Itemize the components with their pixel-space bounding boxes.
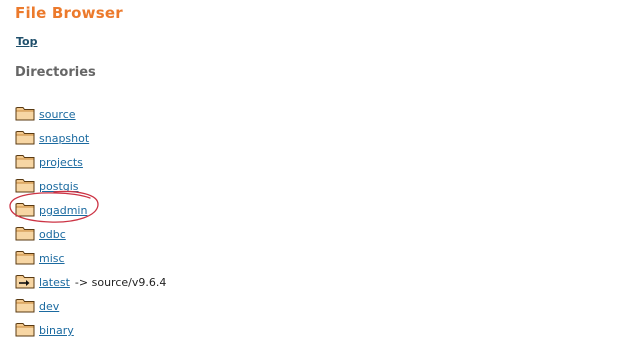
directory-item-dev: dev: [15, 290, 166, 314]
directory-item-binary: binary: [15, 314, 166, 338]
symlink-folder-icon[interactable]: [15, 273, 35, 289]
directory-link-postgis[interactable]: postgis: [39, 180, 79, 193]
folder-icon[interactable]: [15, 153, 35, 169]
folder-icon[interactable]: [15, 297, 35, 313]
page-title: File Browser: [15, 4, 123, 22]
directory-item-latest: latest -> source/v9.6.4: [15, 266, 166, 290]
directory-link-pgadmin[interactable]: pgadmin: [39, 204, 87, 217]
directory-item-projects: projects: [15, 146, 166, 170]
directory-list: source snapshot projects postgis pgadmin…: [15, 98, 166, 338]
directory-link-projects[interactable]: projects: [39, 156, 83, 169]
directory-link-binary[interactable]: binary: [39, 324, 74, 337]
directory-link-source[interactable]: source: [39, 108, 76, 121]
directory-item-snapshot: snapshot: [15, 122, 166, 146]
directories-heading: Directories: [15, 65, 96, 80]
directory-link-latest[interactable]: latest: [39, 276, 70, 289]
directory-item-postgis: postgis: [15, 170, 166, 194]
directory-link-dev[interactable]: dev: [39, 300, 59, 313]
folder-icon[interactable]: [15, 129, 35, 145]
directory-link-snapshot[interactable]: snapshot: [39, 132, 89, 145]
symlink-target: -> source/v9.6.4: [74, 276, 167, 289]
directory-link-odbc[interactable]: odbc: [39, 228, 66, 241]
directory-item-source: source: [15, 98, 166, 122]
directory-item-pgadmin: pgadmin: [15, 194, 166, 218]
file-browser-page: File Browser Top Directories source snap…: [0, 0, 627, 343]
folder-icon[interactable]: [15, 105, 35, 121]
folder-icon[interactable]: [15, 225, 35, 241]
folder-icon[interactable]: [15, 321, 35, 337]
directory-link-misc[interactable]: misc: [39, 252, 65, 265]
folder-icon[interactable]: [15, 177, 35, 193]
folder-icon[interactable]: [15, 201, 35, 217]
directory-item-misc: misc: [15, 242, 166, 266]
top-link[interactable]: Top: [16, 35, 37, 48]
folder-icon[interactable]: [15, 249, 35, 265]
directory-item-odbc: odbc: [15, 218, 166, 242]
